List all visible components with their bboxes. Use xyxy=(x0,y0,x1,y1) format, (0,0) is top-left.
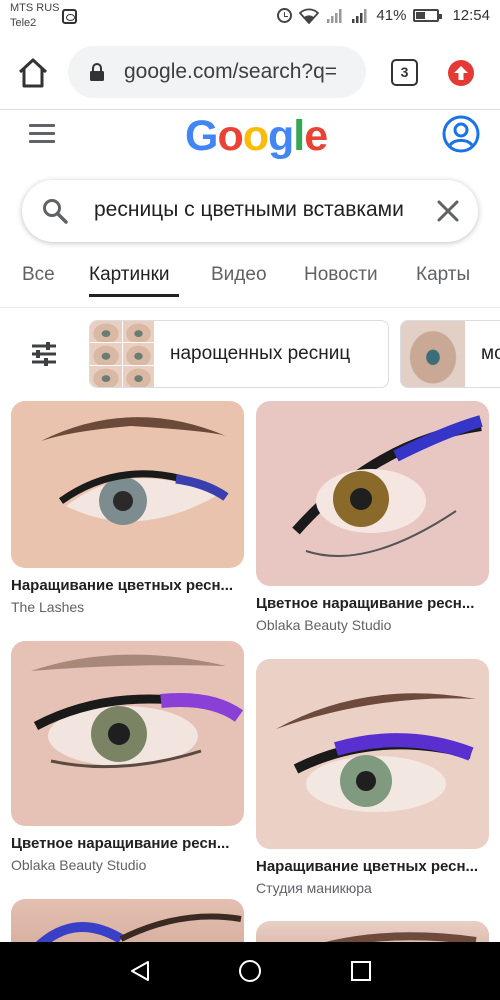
eye-photo xyxy=(11,641,244,826)
battery-percent: 41% xyxy=(376,7,407,24)
url-text[interactable]: google.com/search?q= xyxy=(124,60,337,84)
status-indicators: 41% 12:54 xyxy=(277,7,490,24)
wifi-icon xyxy=(299,8,320,24)
search-tabs: Все Картинки Видео Новости Карты xyxy=(0,256,500,308)
sim-icon xyxy=(62,9,77,24)
tab-all[interactable]: Все xyxy=(22,264,55,286)
carrier-name-2: Tele2 xyxy=(10,17,37,29)
signal-icon xyxy=(352,8,367,23)
lock-icon xyxy=(90,63,104,81)
update-icon[interactable] xyxy=(448,60,474,86)
result-source: The Lashes xyxy=(11,599,85,615)
back-icon[interactable] xyxy=(128,959,152,983)
google-logo[interactable]: Google xyxy=(185,112,328,161)
clear-icon[interactable] xyxy=(436,199,460,223)
result-source: Oblaka Beauty Studio xyxy=(11,857,147,873)
result-image[interactable] xyxy=(256,401,489,586)
tab-maps[interactable]: Карты xyxy=(416,264,470,286)
alarm-icon xyxy=(277,8,293,23)
active-tab-indicator xyxy=(89,294,179,297)
result-title[interactable]: Наращивание цветных ресн... xyxy=(11,577,244,594)
browser-toolbar: google.com/search?q= 3 xyxy=(0,36,500,110)
chip-thumbnail xyxy=(90,321,154,387)
result-source: Студия маникюра xyxy=(256,880,372,896)
image-result[interactable]: Наращивание цветных ресн... Студия маник… xyxy=(256,659,489,896)
chip-label: нарощенных ресниц xyxy=(170,343,351,364)
recents-icon[interactable] xyxy=(349,959,373,983)
result-image[interactable] xyxy=(256,659,489,849)
chip-extended-lashes[interactable]: нарощенных ресниц xyxy=(89,320,389,388)
home-circle-icon[interactable] xyxy=(238,959,262,983)
search-input[interactable]: ресницы с цветными вставками xyxy=(94,198,412,222)
clock: 12:54 xyxy=(452,7,490,24)
filter-icon[interactable] xyxy=(30,340,58,368)
image-result[interactable]: Цветное наращивание ресн... Oblaka Beaut… xyxy=(11,641,244,873)
status-bar: MTS RUS Tele2 41% 12:54 xyxy=(0,0,500,36)
image-result[interactable]: Наращивание цветных ресн... The Lashes xyxy=(11,401,244,615)
google-header: Google xyxy=(0,110,500,166)
tab-news[interactable]: Новости xyxy=(304,264,378,286)
menu-icon[interactable] xyxy=(29,124,55,144)
home-icon[interactable] xyxy=(16,56,50,90)
result-title[interactable]: Наращивание цветных ресн... xyxy=(256,858,489,875)
eye-photo xyxy=(11,401,244,568)
result-source: Oblaka Beauty Studio xyxy=(256,617,392,633)
battery-icon xyxy=(413,9,443,22)
account-icon[interactable] xyxy=(442,115,480,153)
chip-label: мо xyxy=(481,343,500,364)
signal-icon xyxy=(327,8,342,23)
image-result[interactable]: Цветное наращивание ресн... Oblaka Beaut… xyxy=(256,401,489,633)
chip-thumbnail xyxy=(401,321,465,387)
tab-video[interactable]: Видео xyxy=(211,264,267,286)
tabs-icon[interactable]: 3 xyxy=(391,59,418,86)
eye-photo xyxy=(256,401,489,586)
related-chips: нарощенных ресниц мо xyxy=(0,320,500,390)
eye-photo xyxy=(256,659,489,849)
tab-images[interactable]: Картинки xyxy=(89,264,170,286)
search-box[interactable]: ресницы с цветными вставками xyxy=(22,180,478,242)
result-image[interactable] xyxy=(11,641,244,826)
result-image[interactable] xyxy=(11,401,244,568)
result-title[interactable]: Цветное наращивание ресн... xyxy=(256,595,489,612)
carrier-name-1: MTS RUS xyxy=(10,2,60,14)
search-icon[interactable] xyxy=(42,198,68,224)
chip-next[interactable]: мо xyxy=(400,320,500,388)
system-nav-bar xyxy=(0,942,500,1000)
address-bar[interactable]: google.com/search?q= xyxy=(68,46,366,98)
result-title[interactable]: Цветное наращивание ресн... xyxy=(11,835,244,852)
